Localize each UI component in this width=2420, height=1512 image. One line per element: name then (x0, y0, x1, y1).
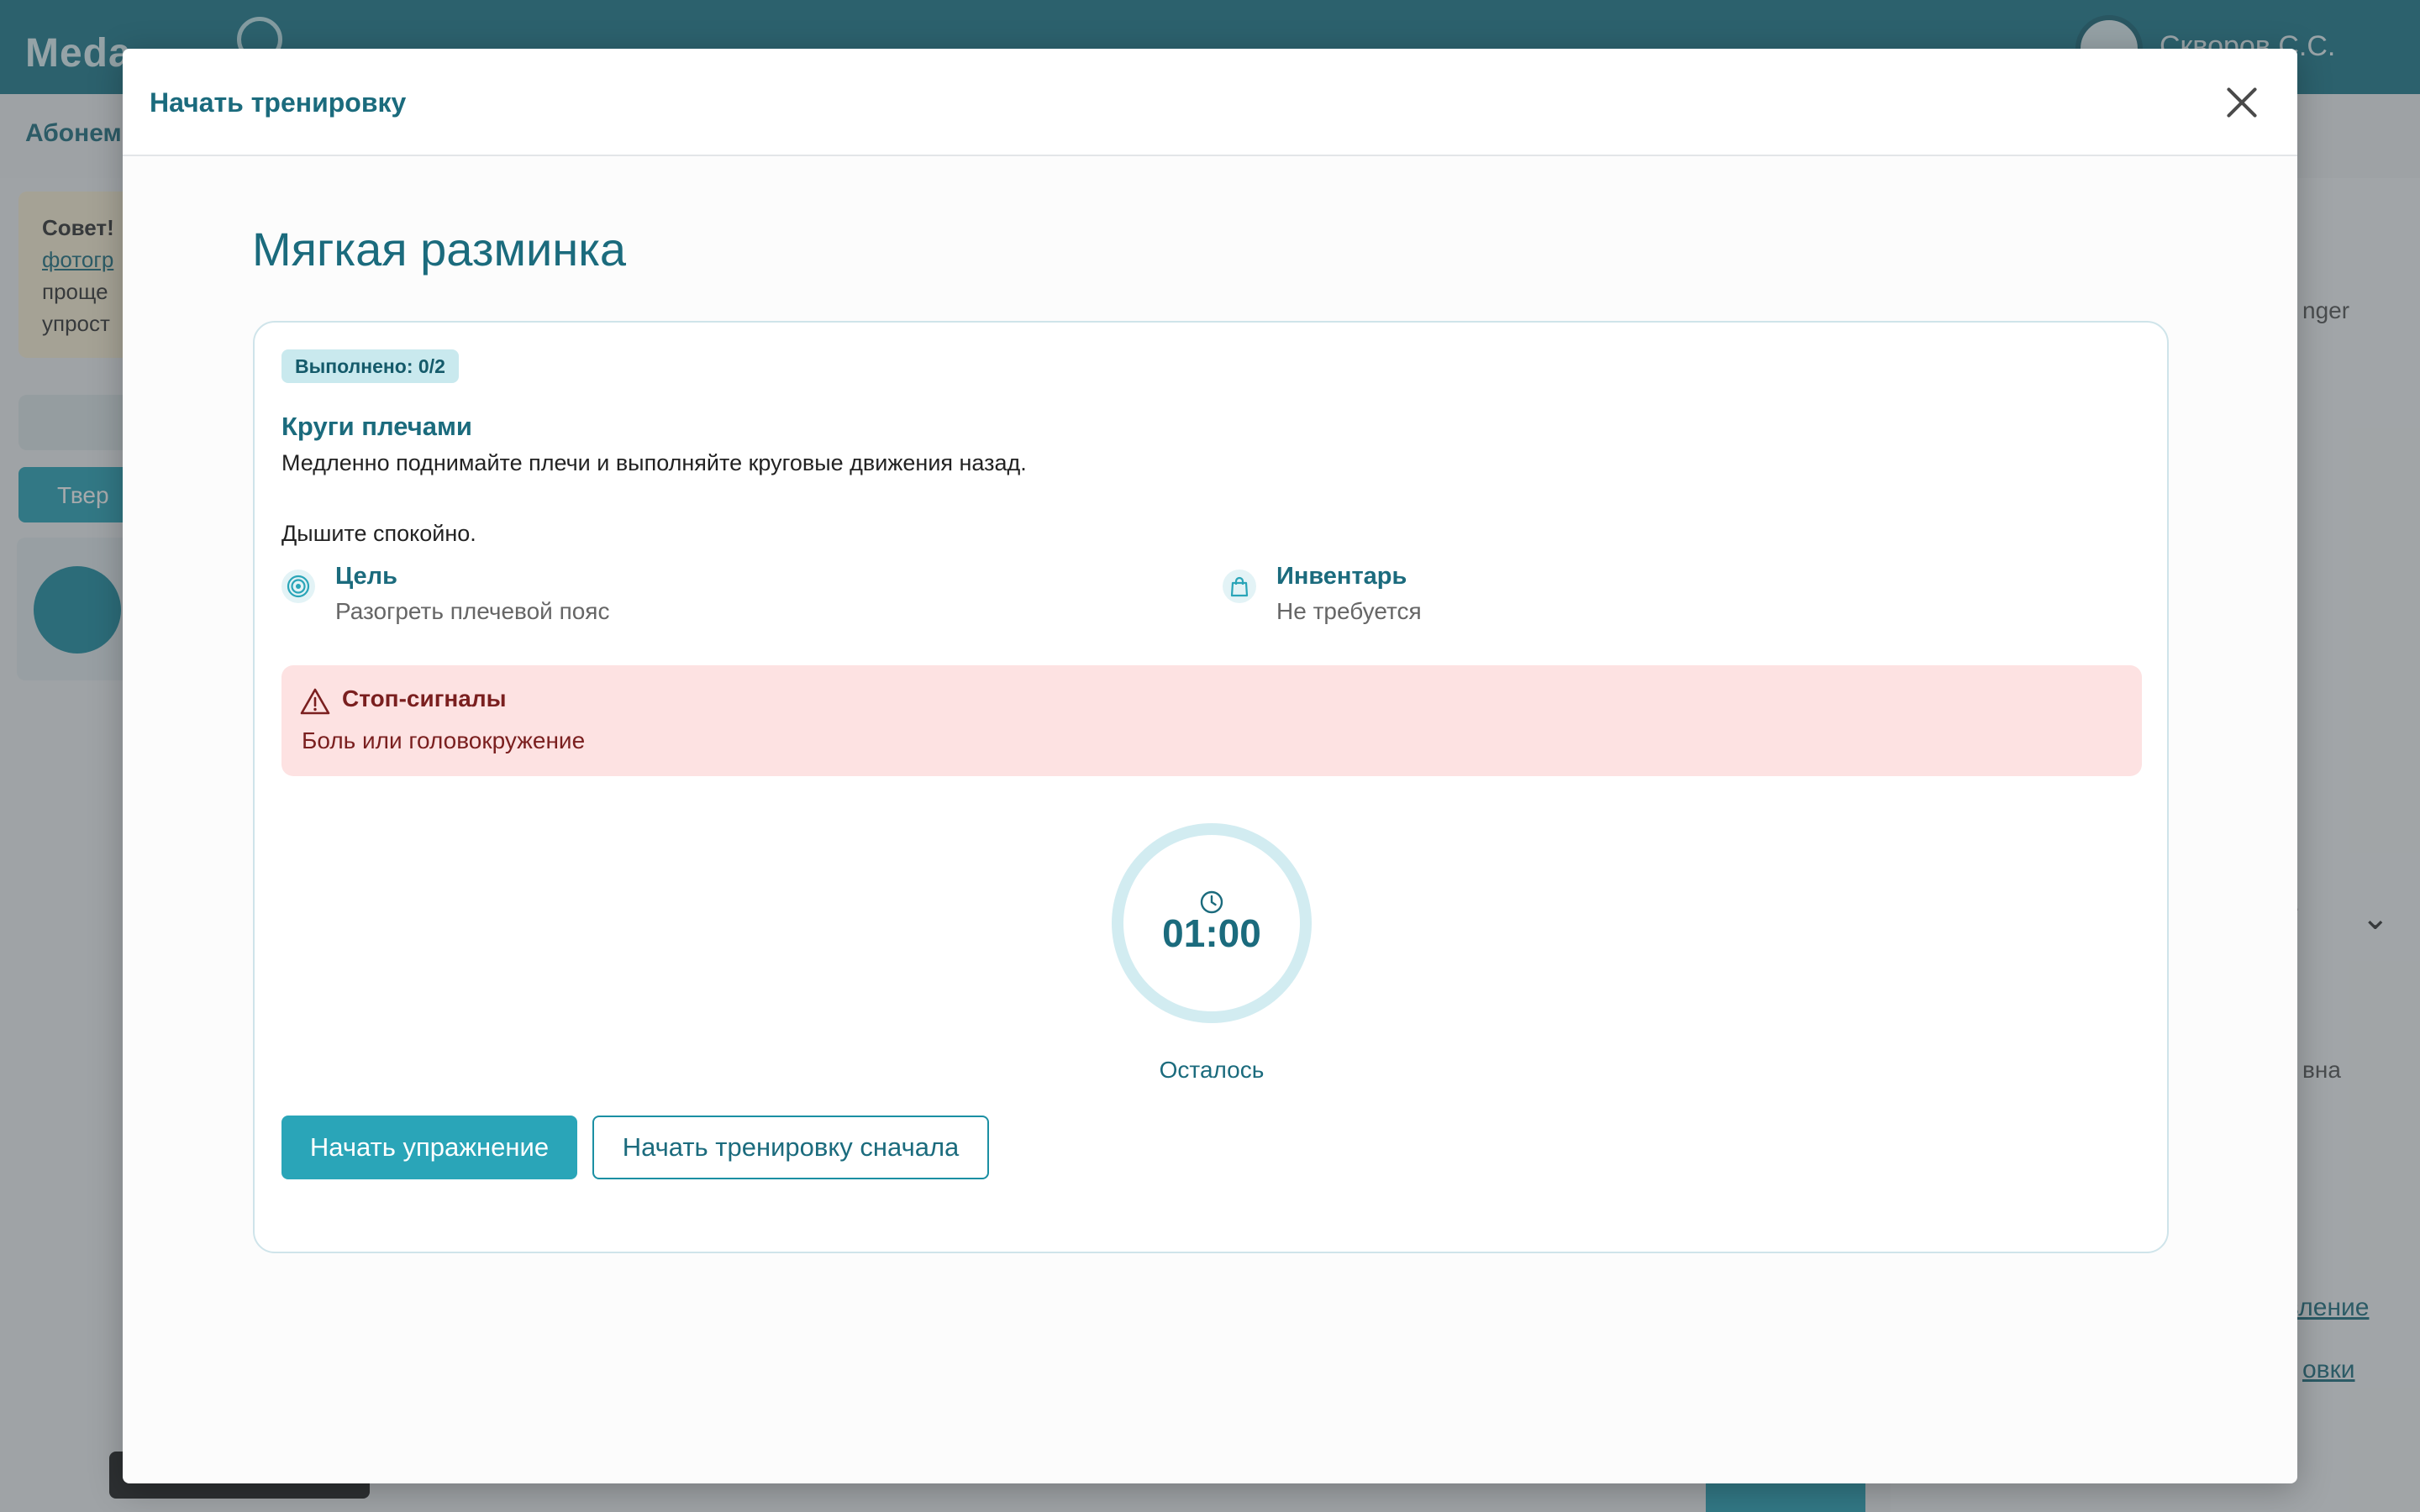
timer-caption: Осталось (1159, 1057, 1265, 1083)
exercise-description: Медленно поднимайте плечи и выполняйте к… (281, 450, 1027, 546)
timer: 01:00 (1112, 823, 1312, 1023)
stop-signals-alert: Стоп-сигналы Боль или головокружение (281, 665, 2142, 776)
warning-icon (300, 688, 330, 715)
progress-badge: Выполнено: 0/2 (281, 349, 459, 383)
equipment-label: Инвентарь (1276, 563, 1407, 590)
modal-header: Начать тренировку (123, 49, 2297, 156)
stop-signals-title: Стоп-сигналы (342, 685, 507, 711)
goal-label: Цель (335, 563, 397, 590)
target-icon (281, 570, 315, 603)
stop-signals-text: Боль или головокружение (302, 727, 586, 753)
bag-icon (1223, 570, 1256, 603)
close-icon[interactable] (2220, 81, 2264, 124)
equipment-value: Не требуется (1276, 598, 1422, 624)
start-workout-modal: Начать тренировку Мягкая разминка Выполн… (123, 49, 2297, 1483)
goal-value: Разогреть плечевой пояс (335, 598, 610, 624)
start-exercise-button[interactable]: Начать упражнение (281, 1116, 577, 1179)
exercise-card: Выполнено: 0/2 Круги плечами Медленно по… (253, 321, 2169, 1253)
timer-value: 01:00 (1162, 911, 1261, 955)
restart-workout-button[interactable]: Начать тренировку сначала (592, 1116, 989, 1179)
exercise-name: Круги плечами (281, 412, 472, 441)
modal-title: Начать тренировку (150, 87, 407, 118)
workout-title: Мягкая разминка (252, 223, 627, 276)
